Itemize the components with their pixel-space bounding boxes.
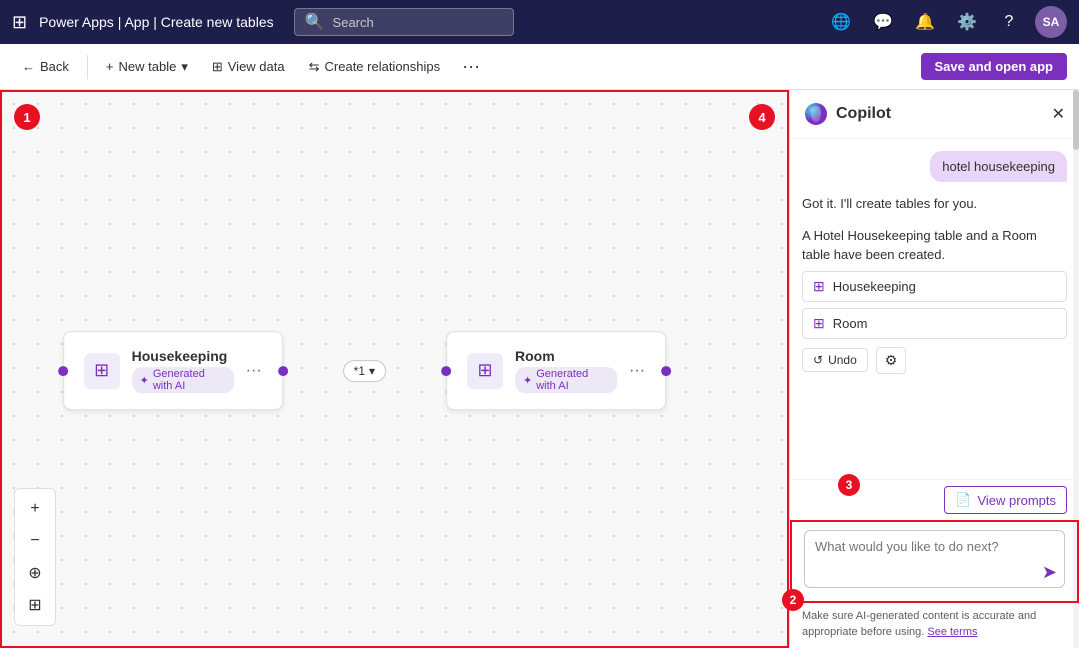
ai-sparkle-icon-2: ✦ <box>523 374 532 387</box>
room-chip[interactable]: ⊞ Room <box>802 308 1067 339</box>
canvas-area[interactable]: 1 4 ⊞ Housekeeping ✦ Generated with AI ·… <box>0 90 789 648</box>
connector-label: *1 ▾ <box>343 360 386 382</box>
toolbar-divider-1 <box>87 55 88 79</box>
copilot-close-button[interactable]: ✕ <box>1052 104 1065 124</box>
room-card-name: Room <box>515 348 617 364</box>
room-card-info: Room ✦ Generated with AI <box>515 348 617 393</box>
ai-sparkle-icon: ✦ <box>140 374 149 387</box>
housekeeping-card-name: Housekeeping <box>132 348 234 364</box>
search-input[interactable] <box>333 15 503 30</box>
table-icon: ⊞ <box>212 59 223 75</box>
chat-icon[interactable]: 💬 <box>867 6 899 38</box>
nav-icons: 🌐 💬 🔔 ⚙️ ? SA <box>825 6 1067 38</box>
fit-view-button[interactable]: ⊕ <box>21 559 49 587</box>
minimap-button[interactable]: ⊞ <box>21 591 49 619</box>
step-badge-4: 4 <box>749 104 775 130</box>
new-table-button[interactable]: + New table ▾ <box>96 55 198 79</box>
view-prompts-button[interactable]: 📄 View prompts <box>944 486 1067 514</box>
zoom-out-button[interactable]: − <box>21 527 49 555</box>
bot-message-got-it: Got it. I'll create tables for you. <box>802 194 1067 214</box>
housekeeping-card-info: Housekeeping ✦ Generated with AI <box>132 348 234 393</box>
step-badge-1: 1 <box>14 104 40 130</box>
copilot-footer: Make sure AI-generated content is accura… <box>790 603 1079 648</box>
plus-icon: + <box>106 59 114 74</box>
bot-message-block: A Hotel Housekeeping table and a Room ta… <box>802 226 1067 374</box>
room-more-icon[interactable]: ··· <box>629 362 645 380</box>
room-card[interactable]: ⊞ Room ✦ Generated with AI ··· <box>446 331 666 410</box>
copilot-title: Copilot <box>836 105 1044 123</box>
undo-icon: ↺ <box>813 353 823 367</box>
table-cards-container: ⊞ Housekeeping ✦ Generated with AI ··· *… <box>63 331 666 410</box>
housekeeping-card[interactable]: ⊞ Housekeeping ✦ Generated with AI ··· <box>63 331 283 410</box>
step-badge-3: 3 <box>838 474 860 496</box>
back-button[interactable]: ← Back <box>12 55 79 78</box>
scrollbar-thumb[interactable] <box>1073 90 1079 150</box>
top-nav: ⊞ Power Apps | App | Create new tables 🔍… <box>0 0 1079 44</box>
bell-icon[interactable]: 🔔 <box>909 6 941 38</box>
view-prompts-bar: 3 📄 View prompts <box>790 479 1079 520</box>
see-terms-link[interactable]: See terms <box>927 626 977 638</box>
more-options-icon[interactable]: ··· <box>454 52 488 81</box>
connector-chevron-icon: ▾ <box>369 364 375 378</box>
prompts-book-icon: 📄 <box>955 492 971 508</box>
undo-bar: ↺ Undo ⚙ <box>802 347 1067 374</box>
send-icon: ➤ <box>1042 562 1057 582</box>
view-data-button[interactable]: ⊞ View data <box>202 55 295 79</box>
filter-icon: ⚙ <box>885 352 898 368</box>
copilot-panel: Copilot ✕ hotel housekeeping Got it. I'l… <box>789 90 1079 648</box>
undo-button[interactable]: ↺ Undo <box>802 348 868 372</box>
send-button[interactable]: ➤ <box>1042 562 1057 583</box>
copilot-header: Copilot ✕ <box>790 90 1079 139</box>
housekeeping-chip[interactable]: ⊞ Housekeeping <box>802 271 1067 302</box>
housekeeping-ai-badge: ✦ Generated with AI <box>132 367 234 393</box>
copilot-messages[interactable]: hotel housekeeping Got it. I'll create t… <box>790 139 1079 479</box>
connector-dot-right-room <box>661 366 671 376</box>
connector-dot-left-room <box>441 366 451 376</box>
back-arrow-icon: ← <box>22 59 35 74</box>
canvas-tools: + − ⊕ ⊞ <box>14 488 56 626</box>
connector-dot-right-housekeeping <box>278 366 288 376</box>
connector-dot-left-housekeeping <box>58 366 68 376</box>
chip-table-icon-room: ⊞ <box>813 315 825 332</box>
room-table-icon: ⊞ <box>467 353 503 389</box>
chevron-down-icon: ▾ <box>181 59 188 75</box>
relationships-icon: ⇆ <box>309 59 320 75</box>
copilot-chat-input[interactable] <box>804 530 1065 588</box>
app-title: Power Apps | App | Create new tables <box>39 14 274 30</box>
chip-table-icon-housekeeping: ⊞ <box>813 278 825 295</box>
grid-icon[interactable]: ⊞ <box>12 12 27 33</box>
avatar[interactable]: SA <box>1035 6 1067 38</box>
connector-line: *1 ▾ <box>343 360 386 382</box>
zoom-in-button[interactable]: + <box>21 495 49 523</box>
filter-button[interactable]: ⚙ <box>876 347 907 374</box>
search-bar[interactable]: 🔍 <box>294 8 514 36</box>
settings-icon[interactable]: ⚙️ <box>951 6 983 38</box>
housekeeping-table-icon: ⊞ <box>84 353 120 389</box>
copilot-logo <box>804 102 828 126</box>
bot-message-tables-created: A Hotel Housekeeping table and a Room ta… <box>802 226 1067 265</box>
housekeeping-more-icon[interactable]: ··· <box>246 362 262 380</box>
user-message-hotel-housekeeping: hotel housekeeping <box>930 151 1067 182</box>
search-icon: 🔍 <box>305 12 325 32</box>
help-icon[interactable]: ? <box>993 6 1025 38</box>
globe-icon[interactable]: 🌐 <box>825 6 857 38</box>
save-open-app-button[interactable]: Save and open app <box>921 53 1067 80</box>
main-area: 1 4 ⊞ Housekeeping ✦ Generated with AI ·… <box>0 90 1079 648</box>
room-ai-badge: ✦ Generated with AI <box>515 367 617 393</box>
toolbar: ← Back + New table ▾ ⊞ View data ⇆ Creat… <box>0 44 1079 90</box>
copilot-input-area: 2 ➤ <box>790 520 1079 603</box>
create-relationships-button[interactable]: ⇆ Create relationships <box>299 55 451 79</box>
